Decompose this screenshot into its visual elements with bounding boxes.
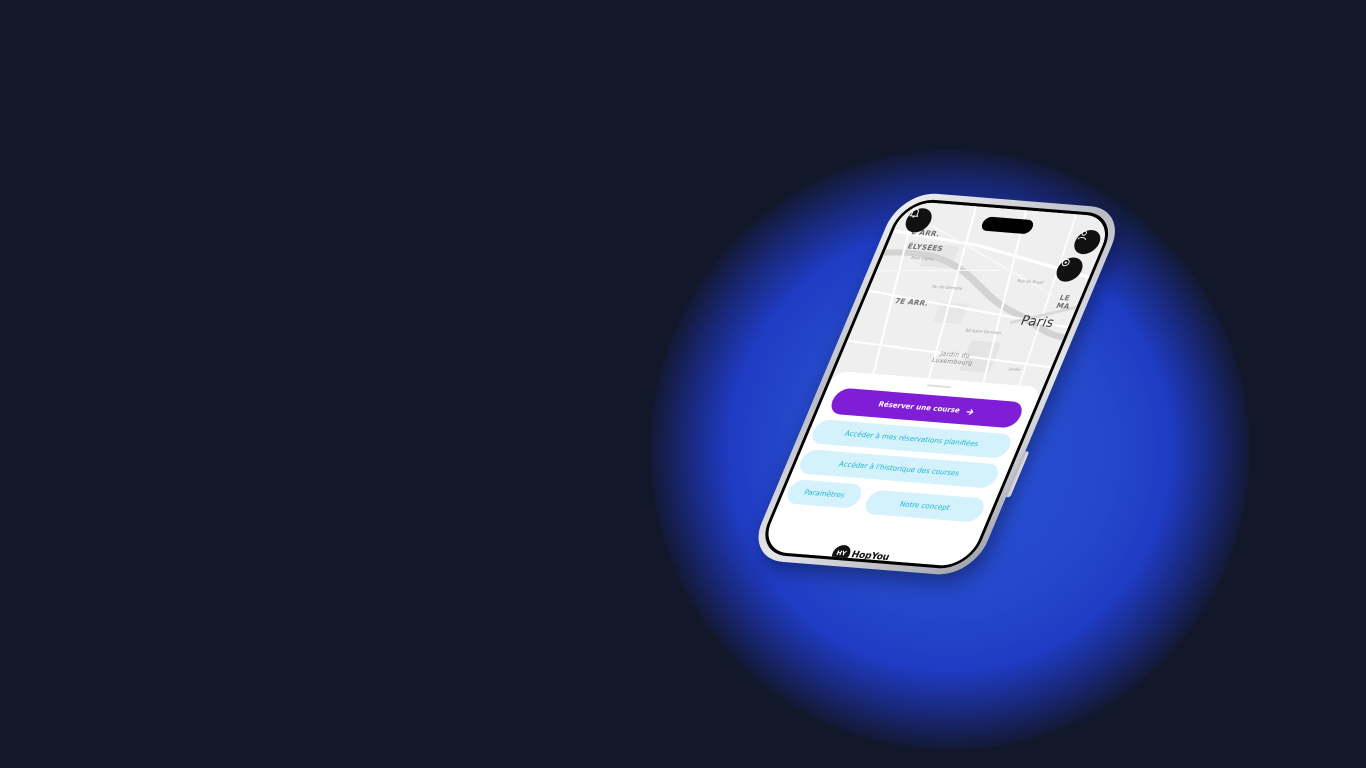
hopyou-logo-text: HopYou (849, 549, 892, 563)
settings-button[interactable]: Paramètres (783, 479, 866, 509)
ride-history-label: Accéder à l'historique des courses (837, 460, 961, 478)
hero-stage: E ARR. ÉLYSÉES 7E ARR. Paris Jardin du L… (0, 0, 1366, 768)
sheet-handle[interactable] (926, 384, 952, 389)
arrow-right-icon (966, 408, 974, 415)
map-label-paris: Paris (1017, 313, 1057, 332)
map-street-5: Jardin (1008, 366, 1022, 373)
our-concept-label: Notre concept (898, 500, 952, 513)
settings-label: Paramètres (802, 488, 847, 500)
our-concept-button[interactable]: Notre concept (861, 489, 988, 523)
scheduled-reservations-label: Accéder à mes réservations planifiées (843, 429, 980, 449)
book-ride-label: Réserver une course (876, 400, 962, 415)
